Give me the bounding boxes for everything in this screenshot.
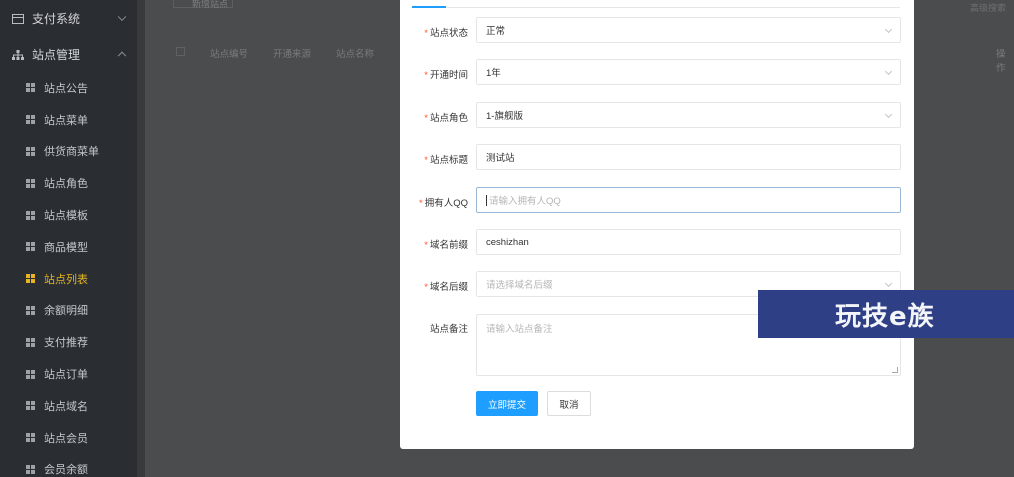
sidebar-item-site-role[interactable]: 站点角色: [0, 167, 137, 199]
field-label: * 站点角色: [424, 113, 468, 124]
sidebar-item-label: 站点域名: [44, 400, 88, 413]
tab-bar: [412, 7, 900, 8]
chevron-down-icon: [884, 25, 893, 34]
sidebar-group-label: 支付系统: [32, 11, 81, 26]
tab-active-indicator: [412, 6, 446, 8]
grid-icon: [26, 242, 35, 252]
sidebar-item-site-template[interactable]: 站点模板: [0, 199, 137, 231]
resize-handle-icon[interactable]: [892, 367, 898, 373]
sidebar-item-label: 商品模型: [44, 241, 88, 254]
sidebar-group-label: 站点管理: [32, 47, 81, 62]
select-all-checkbox[interactable]: [176, 47, 185, 56]
field-label: 站点备注: [429, 324, 468, 335]
site-status-select[interactable]: 正常: [476, 17, 901, 43]
owner-qq-input[interactable]: 请输入拥有人QQ: [476, 187, 901, 213]
site-title-input[interactable]: 测试站: [476, 144, 901, 170]
sidebar-item-member-balance[interactable]: 会员余额: [0, 454, 137, 477]
submit-button[interactable]: 立即提交: [476, 391, 538, 416]
sidebar-item-label: 站点模板: [44, 210, 88, 223]
column-header-actions: 操作: [996, 49, 1006, 74]
sidebar-item-label: 会员余额: [44, 464, 88, 477]
layout-divider: [137, 0, 145, 477]
column-header-source: 开通来源: [273, 49, 312, 60]
sidebar-item-label: 站点订单: [44, 369, 88, 382]
column-header-site-name: 站点名称: [336, 49, 375, 60]
grid-icon: [26, 464, 35, 474]
sidebar-item-site-list[interactable]: 站点列表: [0, 263, 137, 295]
grid-icon: [26, 401, 35, 411]
sidebar-item-label: 站点会员: [44, 432, 88, 445]
sidebar: 支付系统 站点管理 站点公告 站点菜单 供货商菜单 站点角色 站点模板 商品模型…: [0, 0, 137, 477]
field-label: * 开通时间: [424, 70, 468, 81]
site-role-select[interactable]: 1-旗舰版: [476, 102, 901, 128]
sidebar-item-label: 站点角色: [44, 178, 88, 191]
sitemap-icon: [12, 49, 24, 60]
add-site-modal: * 站点状态 正常 * 开通时间 1年 * 站点角色 1-旗舰版 * 站点标题 测试站 …: [400, 0, 914, 449]
sidebar-item-label: 余额明细: [44, 305, 88, 318]
sidebar-item-site-members[interactable]: 站点会员: [0, 422, 137, 454]
domain-prefix-input[interactable]: ceshizhan: [476, 229, 901, 255]
cancel-button[interactable]: 取消: [547, 391, 591, 416]
chevron-down-icon: [884, 279, 893, 288]
sidebar-item-site-menu[interactable]: 站点菜单: [0, 104, 137, 136]
add-site-button[interactable]: 新增站点: [173, 0, 233, 9]
chevron-down-icon: [884, 110, 893, 119]
grid-icon: [26, 115, 35, 125]
column-header-site-id: 站点编号: [210, 49, 249, 60]
sidebar-item-site-domain[interactable]: 站点域名: [0, 390, 137, 422]
advanced-search-link[interactable]: 高级搜索: [970, 1, 1006, 14]
grid-icon: [26, 369, 35, 379]
sidebar-item-label: 供货商菜单: [44, 146, 99, 159]
sidebar-item-label: 支付推荐: [44, 337, 88, 350]
sidebar-item-site-orders[interactable]: 站点订单: [0, 358, 137, 390]
grid-icon: [26, 274, 35, 284]
chevron-up-icon: [117, 51, 127, 61]
field-label: * 域名后缀: [424, 282, 468, 293]
sidebar-item-label: 站点公告: [44, 82, 88, 95]
watermark-logo: 玩技e族: [758, 290, 1014, 338]
field-label: * 域名前缀: [424, 240, 468, 251]
grid-icon: [26, 337, 35, 347]
field-label: * 站点标题: [424, 155, 468, 166]
field-label: * 站点状态: [424, 28, 468, 39]
sidebar-group-payment[interactable]: 支付系统: [0, 0, 137, 36]
grid-icon: [26, 210, 35, 220]
grid-icon: [26, 433, 35, 443]
sidebar-item-balance-detail[interactable]: 余额明细: [0, 295, 137, 327]
sidebar-item-label: 站点列表: [44, 273, 88, 286]
sidebar-item-site-notice[interactable]: 站点公告: [0, 72, 137, 104]
card-icon: [12, 13, 24, 24]
watermark-text: 玩技e族: [835, 302, 935, 332]
chevron-down-icon: [884, 67, 893, 76]
sidebar-item-product-model[interactable]: 商品模型: [0, 231, 137, 263]
open-duration-select[interactable]: 1年: [476, 59, 901, 85]
grid-icon: [26, 83, 35, 93]
sidebar-item-label: 站点菜单: [44, 114, 88, 127]
field-label: * 拥有人QQ: [419, 198, 468, 209]
sidebar-item-supplier-menu[interactable]: 供货商菜单: [0, 136, 137, 168]
sidebar-group-site-management[interactable]: 站点管理: [0, 36, 137, 72]
grid-icon: [26, 146, 35, 156]
sidebar-item-payment-recommend[interactable]: 支付推荐: [0, 326, 137, 358]
grid-icon: [26, 305, 35, 315]
grid-icon: [26, 178, 35, 188]
chevron-down-icon: [117, 12, 127, 22]
